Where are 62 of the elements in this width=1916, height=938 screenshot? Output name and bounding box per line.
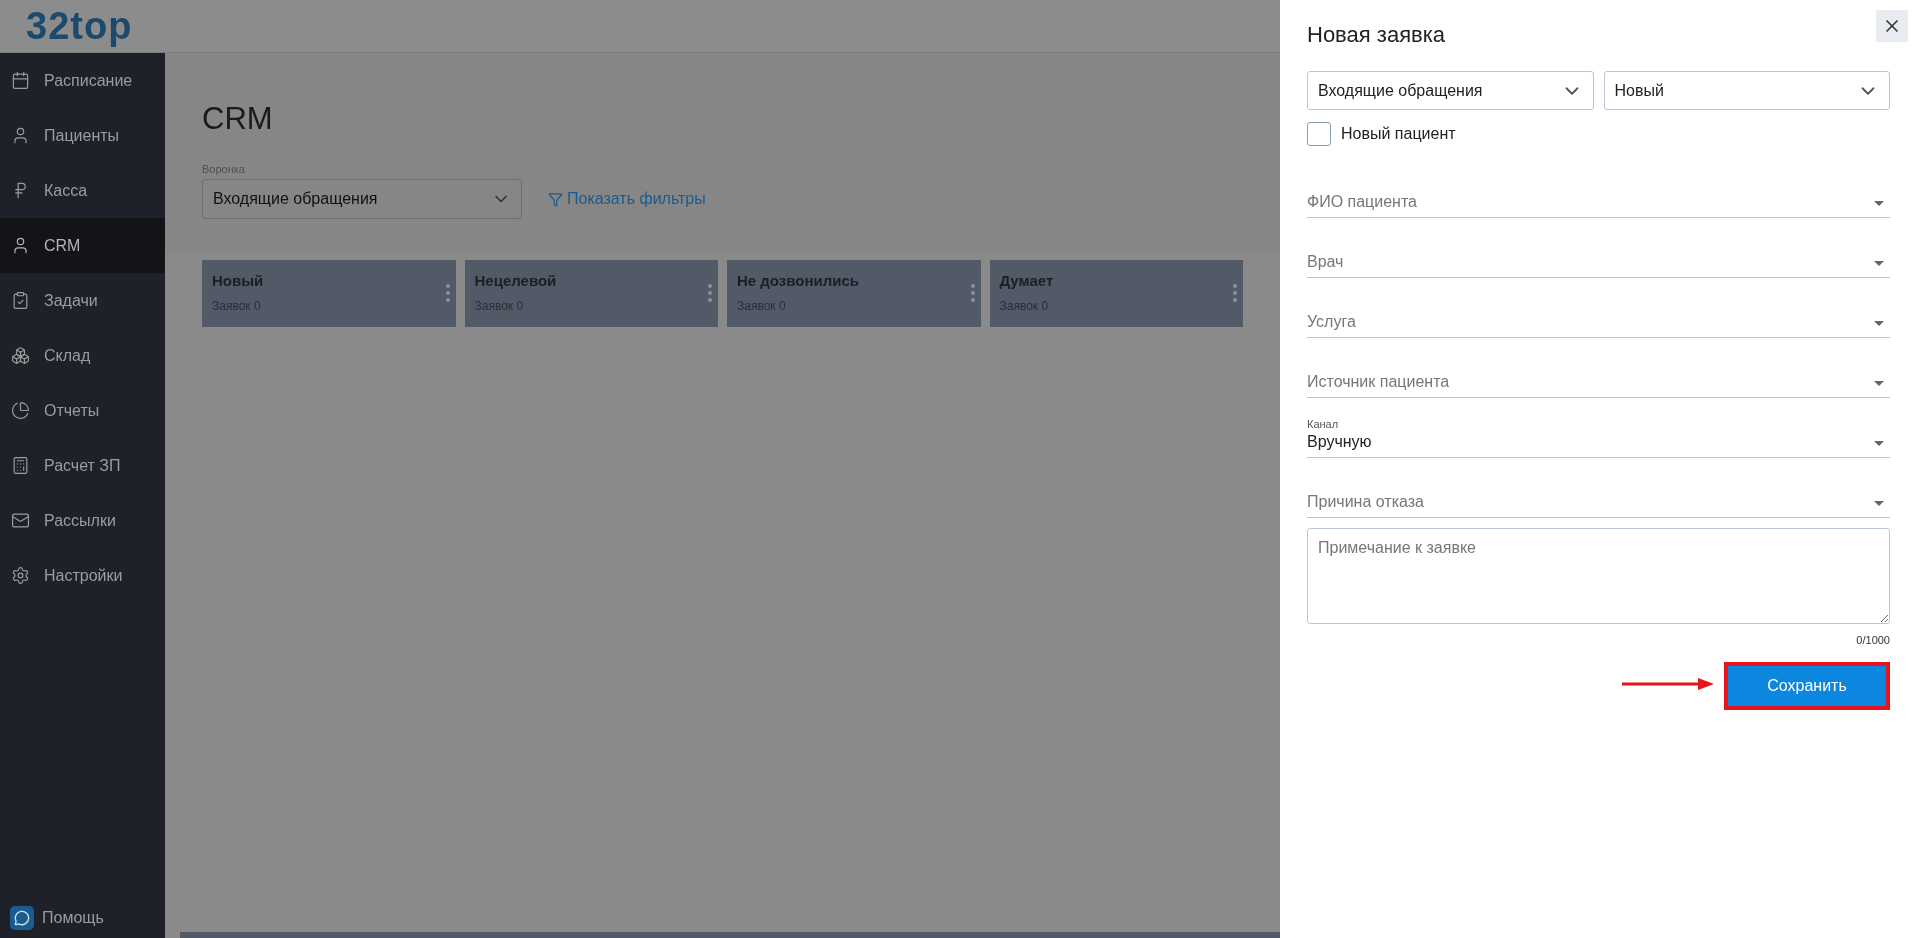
- dropdown-icon: [1874, 381, 1884, 386]
- sidebar-item[interactable]: Расчет ЗП: [0, 438, 165, 493]
- dropdown-icon: [1874, 501, 1884, 506]
- field-label: Канал: [1307, 418, 1340, 430]
- field-placeholder: Причина отказа: [1307, 493, 1424, 511]
- close-button[interactable]: [1876, 10, 1908, 42]
- checkbox[interactable]: [1307, 122, 1331, 146]
- panel-title: Новая заявка: [1307, 22, 1447, 48]
- dropdown-icon: [1874, 261, 1884, 266]
- select-field[interactable]: Врач: [1307, 218, 1890, 278]
- pie-chart-icon: [11, 401, 30, 420]
- sidebar-item[interactable]: Рассылки: [0, 493, 165, 548]
- sidebar-item[interactable]: Задачи: [0, 273, 165, 328]
- help-button[interactable]: Помощь: [0, 898, 165, 938]
- person-icon: [11, 236, 30, 255]
- select-field[interactable]: Канал Вручную: [1307, 398, 1890, 458]
- calculator-icon: [11, 456, 30, 475]
- select-field[interactable]: Услуга: [1307, 278, 1890, 338]
- select-field[interactable]: Источник пациента: [1307, 338, 1890, 398]
- person-icon: [11, 126, 30, 145]
- dropdown-icon: [1874, 201, 1884, 206]
- logo: 32top: [26, 4, 133, 48]
- more-icon[interactable]: [970, 284, 975, 302]
- funnel-select[interactable]: Входящие обращения: [202, 179, 522, 219]
- field-placeholder: Услуга: [1307, 313, 1356, 331]
- field-placeholder: Источник пациента: [1307, 373, 1450, 391]
- sidebar-item[interactable]: CRM: [0, 218, 165, 273]
- scrollbar[interactable]: [180, 932, 1280, 938]
- save-button[interactable]: Сохранить: [1724, 662, 1890, 710]
- sidebar-item[interactable]: Отчеты: [0, 383, 165, 438]
- char-counter: 0/1000: [1856, 634, 1890, 646]
- clipboard-icon: [11, 291, 30, 310]
- sidebar-item[interactable]: Касса: [0, 163, 165, 218]
- field-value: Вручную: [1307, 433, 1372, 451]
- boxes-icon: [11, 346, 30, 365]
- dropdown-icon: [1874, 441, 1884, 446]
- checkbox-label: Новый пациент: [1341, 125, 1456, 143]
- more-icon[interactable]: [708, 284, 712, 302]
- select-field[interactable]: Причина отказа: [1307, 458, 1890, 518]
- chat-icon: [10, 906, 34, 930]
- sidebar-item[interactable]: Склад: [0, 328, 165, 383]
- stage-name: Не дозвонились: [737, 272, 861, 289]
- field-placeholder: Врач: [1307, 253, 1344, 271]
- sidebar-item[interactable]: Пациенты: [0, 108, 165, 163]
- stage-name: Новый: [212, 272, 265, 289]
- sidebar-item[interactable]: Настройки: [0, 548, 165, 603]
- dropdown-icon: [1874, 321, 1884, 326]
- page-title: CRM: [202, 101, 274, 137]
- stage-name: Думает: [999, 272, 1055, 289]
- more-icon[interactable]: [445, 284, 450, 302]
- select-field[interactable]: ФИО пациента: [1307, 158, 1890, 218]
- calendar-icon: [11, 71, 30, 90]
- settings-icon: [11, 566, 30, 585]
- dropdown-select[interactable]: Входящие обращения: [1307, 71, 1594, 110]
- sidebar-item[interactable]: Расписание: [0, 53, 165, 108]
- filter-icon: [548, 191, 563, 207]
- field-placeholder: ФИО пациента: [1307, 193, 1417, 211]
- note-textarea[interactable]: Примечание к заявке: [1307, 528, 1890, 624]
- stage-name: Нецелевой: [474, 272, 558, 289]
- dropdown-select[interactable]: Новый: [1603, 71, 1890, 110]
- more-icon[interactable]: [1233, 284, 1237, 302]
- mail-icon: [11, 511, 30, 530]
